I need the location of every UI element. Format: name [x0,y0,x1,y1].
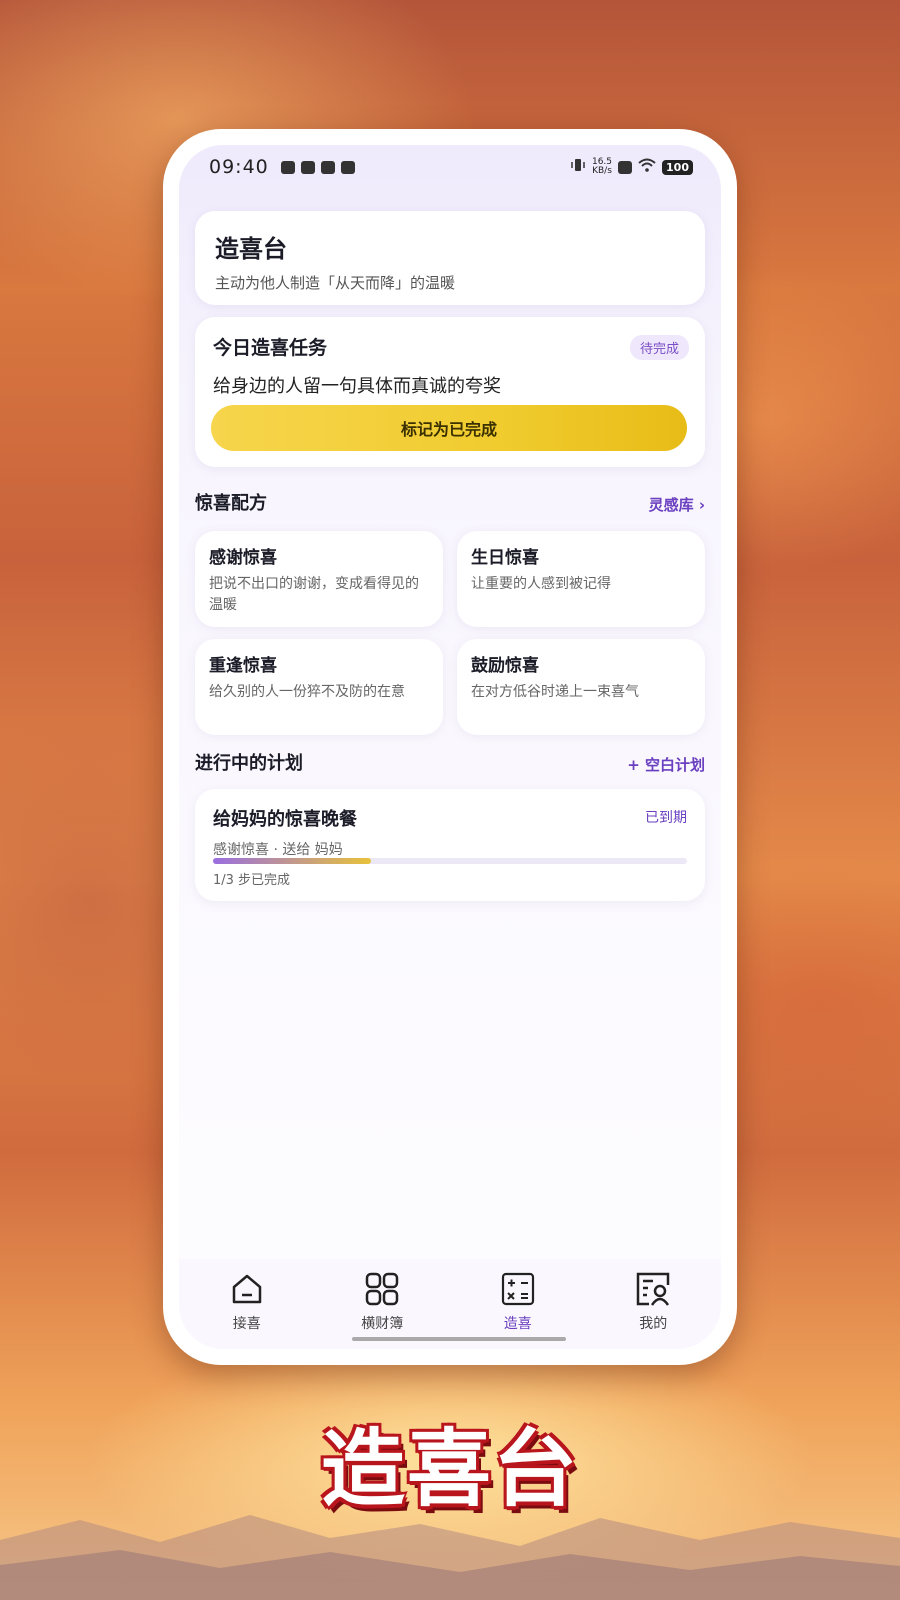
recipe-desc: 在对方低谷时递上一束喜气 [471,684,639,700]
recipe-card-thanks[interactable]: 感谢惊喜 把说不出口的谢谢，变成看得见的温暖 [195,531,443,627]
plan-card[interactable]: 给妈妈的惊喜晚餐 已到期 感谢惊喜 · 送给 妈妈 1/3 步已完成 [195,789,705,901]
brand-caption: 造喜台 [320,1420,579,1518]
recipe-desc: 给久别的人一份猝不及防的在意 [209,684,405,700]
recipe-card-birthday[interactable]: 生日惊喜 让重要的人感到被记得 [457,531,705,627]
tab-windfall-book[interactable]: 横财簿 [327,1271,437,1333]
recipe-desc: 把说不出口的谢谢，变成看得见的温暖 [209,576,419,613]
plans-section-title: 进行中的计划 [195,753,303,774]
recipes-section-title: 惊喜配方 [195,493,267,514]
tab-label: 我的 [639,1316,668,1332]
header-card: 造喜台 主动为他人制造「从天而降」的温暖 [195,211,705,305]
daily-task-title: 今日造喜任务 [213,337,328,359]
recipe-title: 重逢惊喜 [209,656,277,676]
vibrate-icon [570,157,586,177]
recipe-title: 感谢惊喜 [209,548,277,568]
bottom-tab-bar: 接喜 横财簿 造喜 我的 [179,1259,721,1349]
battery-indicator: 100 [662,159,693,175]
tab-create-joy[interactable]: 造喜 [463,1271,573,1333]
recipe-desc: 让重要的人感到被记得 [471,576,611,592]
plan-progress-bar [213,858,687,864]
plan-meta: 感谢惊喜 · 送给 妈妈 [213,842,343,858]
status-badge: 待完成 [629,335,689,360]
page-title: 造喜台 [215,235,287,263]
status-bar: 09:40 16.5 KB/s 100 [179,145,721,189]
sim-icon [618,160,633,174]
recipe-card-encourage[interactable]: 鼓励惊喜 在对方低谷时递上一束喜气 [457,639,705,735]
tab-label: 接喜 [232,1316,261,1332]
app-screen: 09:40 16.5 KB/s 100 造喜台 主动为他人制造「从天而降」的温暖… [179,145,721,1349]
phone-frame: 09:40 16.5 KB/s 100 造喜台 主动为他人制造「从天而降」的温暖… [163,129,737,1365]
network-speed: 16.5 KB/s [592,158,612,176]
inspiration-library-link[interactable]: 灵感库 › [649,494,705,515]
daily-task-text: 给身边的人留一句具体而真诚的夸奖 [213,376,501,397]
network-speed-unit: KB/s [592,166,612,176]
daily-task-card: 今日造喜任务 待完成 给身边的人留一句具体而真诚的夸奖 标记为已完成 [195,317,705,467]
tab-label: 造喜 [503,1316,532,1332]
blank-plan-button[interactable]: + 空白计划 [627,754,705,775]
plan-progress-fill [213,858,371,864]
mail-icon [280,160,295,174]
plan-title: 给妈妈的惊喜晚餐 [213,809,357,830]
recipe-card-reunion[interactable]: 重逢惊喜 给久别的人一份猝不及防的在意 [195,639,443,735]
home-icon [232,1274,261,1304]
plan-progress-text: 1/3 步已完成 [213,873,291,888]
status-time: 09:40 [209,156,269,178]
plan-status-badge: 已到期 [645,810,687,826]
tab-receive-joy[interactable]: 接喜 [192,1271,302,1333]
home-indicator [352,1337,566,1341]
tiktok-icon [300,160,315,174]
profile-card-icon [637,1272,670,1306]
recipe-title: 生日惊喜 [471,548,539,568]
mark-complete-button[interactable]: 标记为已完成 [211,405,687,451]
recipe-title: 鼓励惊喜 [471,656,539,676]
page-subtitle: 主动为他人制造「从天而降」的温暖 [215,274,456,292]
grid-icon [366,1272,399,1306]
tab-label: 横财簿 [361,1316,404,1332]
pinwheel-icon [340,160,355,174]
calculator-icon [501,1272,534,1306]
tab-profile[interactable]: 我的 [598,1271,708,1333]
app-notification-icon [320,160,335,174]
wifi-icon [638,157,656,177]
